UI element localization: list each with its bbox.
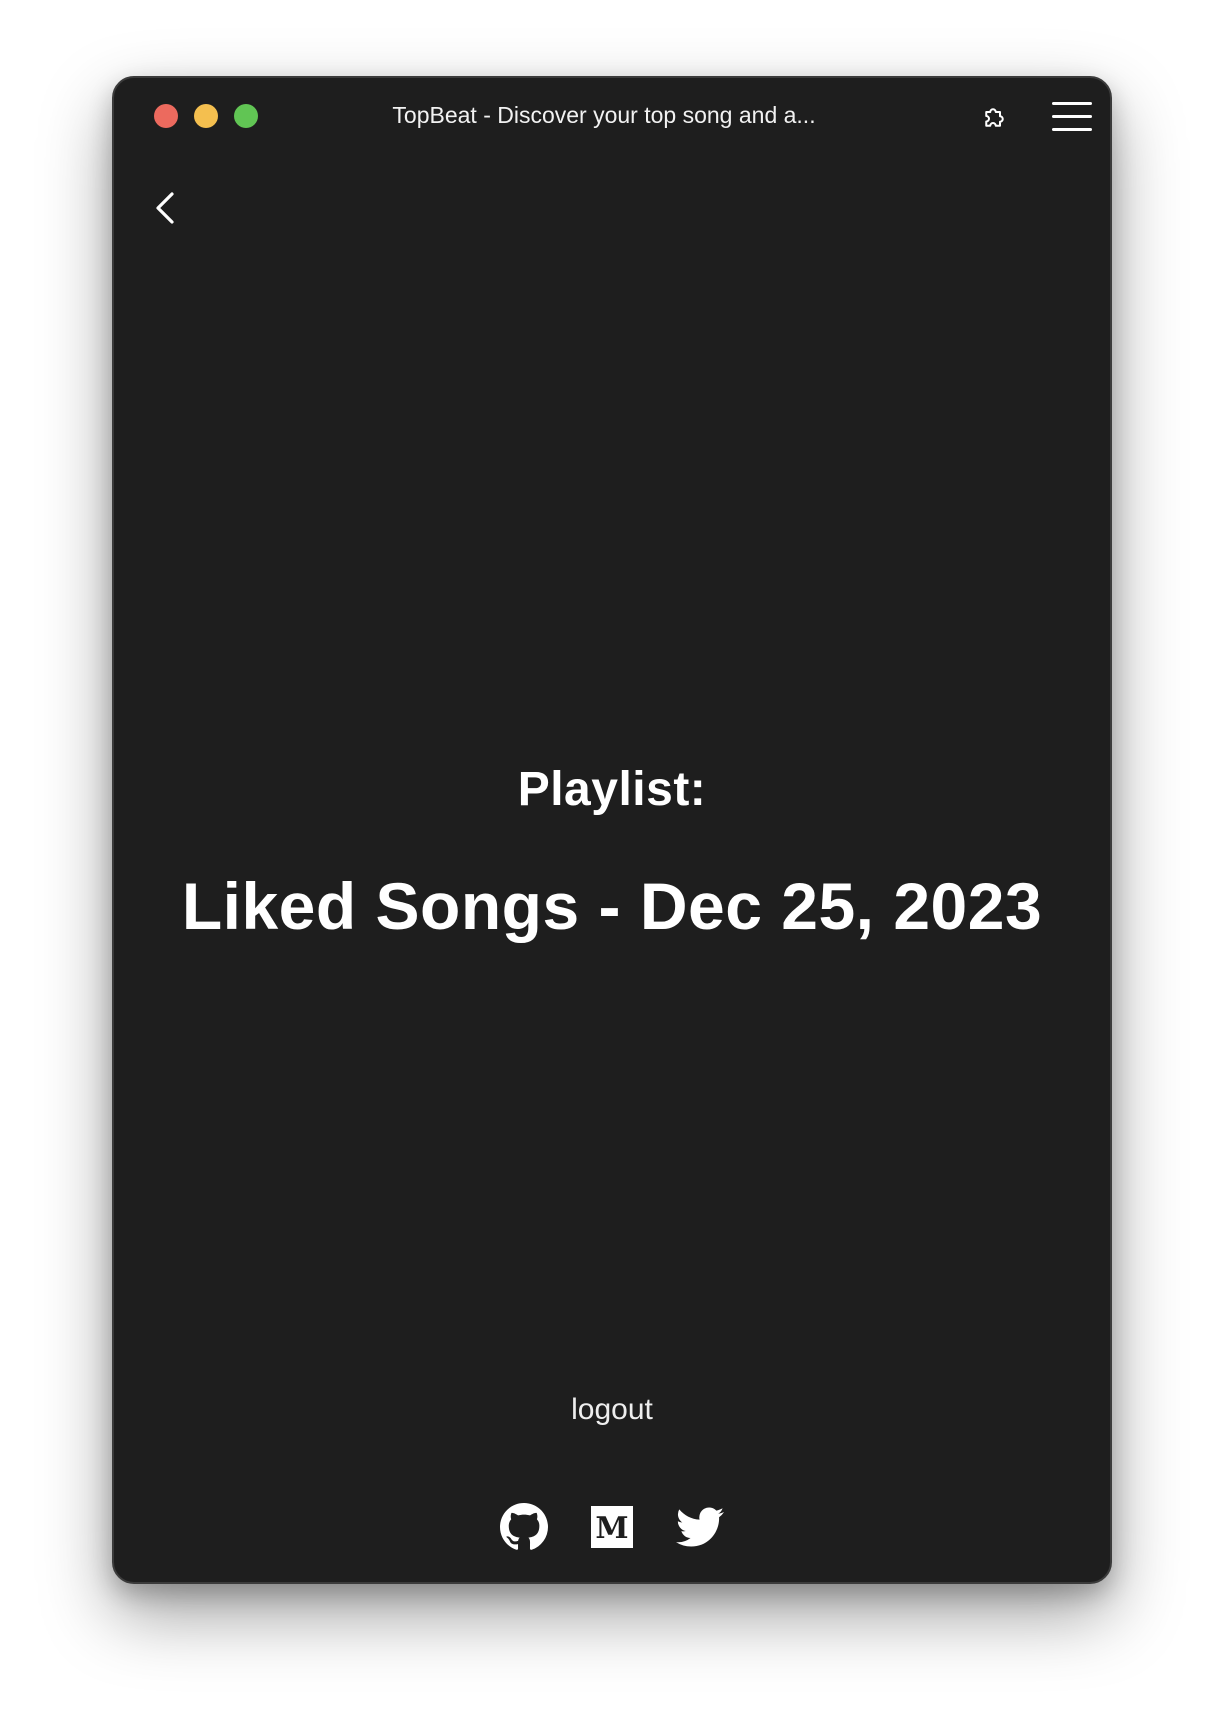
extensions-button[interactable]: [976, 98, 1014, 136]
github-link[interactable]: [499, 1502, 549, 1552]
window-title: TopBeat - Discover your top song and a..…: [392, 102, 816, 128]
back-button[interactable]: [148, 184, 184, 232]
twitter-icon: [676, 1507, 724, 1547]
playlist-name: Liked Songs - Dec 25, 2023: [181, 869, 1043, 943]
title-bar: TopBeat - Discover your top song and a..…: [114, 78, 1110, 154]
hamburger-menu-icon: [1052, 102, 1092, 131]
svg-text:M: M: [595, 1511, 628, 1546]
puzzle-piece-icon: [985, 108, 1004, 127]
chevron-left-icon: [156, 192, 174, 224]
minimize-window-button[interactable]: [194, 104, 218, 128]
twitter-link[interactable]: [675, 1502, 725, 1552]
maximize-window-button[interactable]: [234, 104, 258, 128]
app-window: TopBeat - Discover your top song and a..…: [112, 76, 1112, 1584]
medium-link[interactable]: M: [587, 1502, 637, 1552]
menu-button[interactable]: [1050, 98, 1094, 136]
logout-link[interactable]: logout: [571, 1393, 653, 1426]
social-links: M: [114, 1500, 1110, 1554]
logout-link-container: logout: [114, 1390, 1110, 1430]
playlist-heading: Playlist:: [517, 763, 707, 816]
medium-icon: M: [591, 1506, 633, 1548]
github-icon: [500, 1503, 548, 1550]
close-window-button[interactable]: [154, 104, 178, 128]
